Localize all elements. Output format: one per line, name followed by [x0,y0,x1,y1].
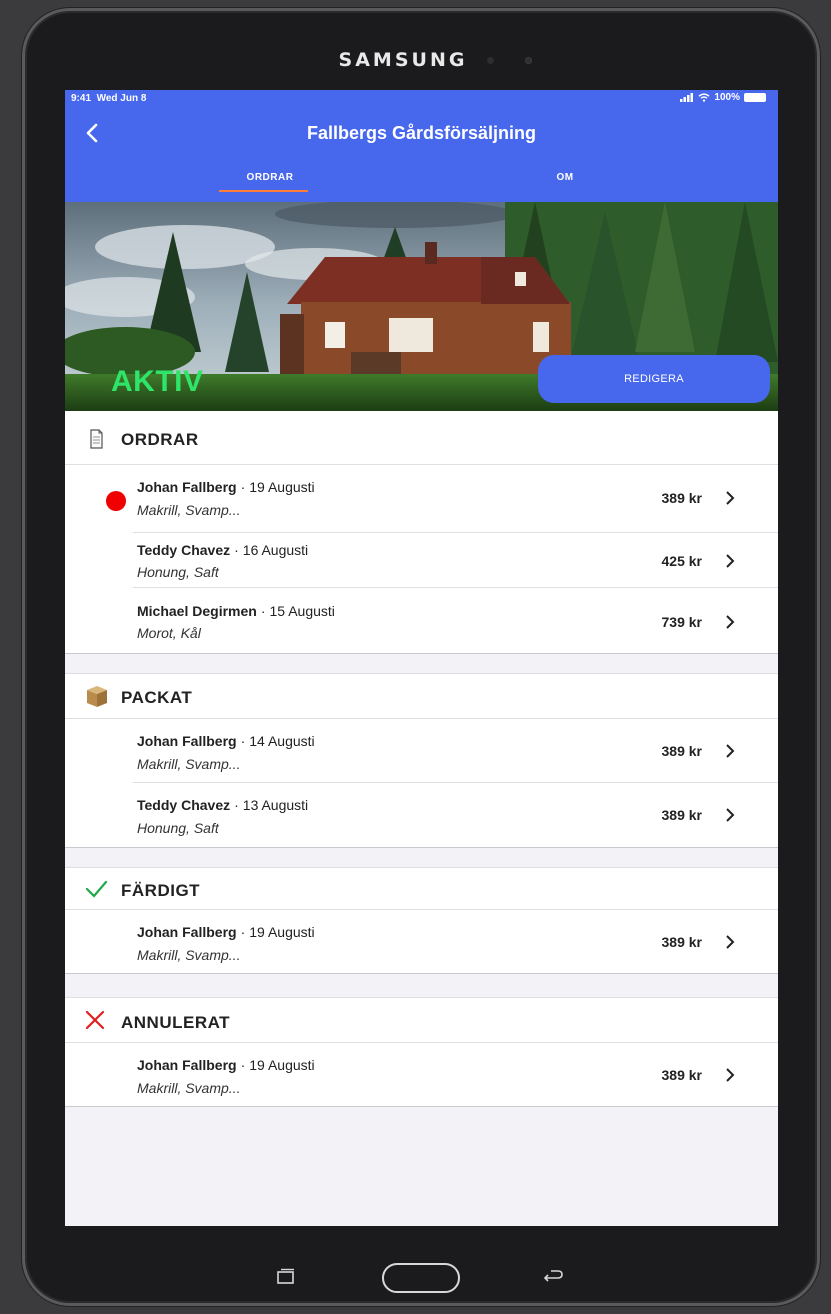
farm-hero-image: AKTIV REDIGERA [65,202,778,411]
order-items: Honung, Saft [137,820,219,836]
battery-percent: 100% [714,92,740,103]
status-date: Wed Jun 8 [96,93,147,104]
order-items: Makrill, Svamp... [137,502,241,518]
shop-status-label: AKTIV [111,365,204,398]
wifi-icon [698,93,710,102]
chevron-right-icon [726,615,735,629]
back-nav-icon[interactable] [541,1268,565,1284]
status-bar-left: 9:41 Wed Jun 8 [71,93,146,104]
order-row[interactable]: Johan Fallberg · 19 Augusti Makrill, Svamp… [65,1043,778,1107]
tab-om[interactable]: OM [553,172,577,183]
section-header: PACKAT [65,674,778,719]
customer-name: Johan Fallberg · 14 Augusti [137,733,315,749]
order-row[interactable]: Johan Fallberg · 14 Augusti Makrill, Svamp… [65,719,778,783]
order-row[interactable]: Michael Degirmen · 15 Augusti Morot, Kål 7… [65,588,778,654]
order-date: 19 Augusti [249,479,315,495]
chevron-right-icon [726,554,735,568]
order-row[interactable]: Teddy Chavez · 16 Augusti Honung, Saft 425… [65,533,778,588]
order-items: Honung, Saft [137,564,219,580]
unread-indicator-icon [106,491,126,511]
order-price: 389 kr [661,743,702,759]
front-camera [525,57,532,64]
package-icon [87,686,107,707]
proximity-sensor [487,57,494,64]
order-items: Morot, Kål [137,625,201,641]
section-title: FÄRDIGT [121,881,201,900]
section-header: ORDRAR [65,411,778,465]
order-price: 739 kr [661,614,702,630]
order-row[interactable]: Johan Fallberg · 19 Augusti Makrill, Svamp… [65,465,778,533]
section-title: ORDRAR [121,430,199,449]
row-divider [65,973,778,974]
section-annulerat: ANNULERAT Johan Fallberg · 19 Augusti Makr… [65,997,778,1107]
active-tab-indicator [219,190,308,192]
order-date: 19 Augusti [249,924,315,940]
order-items: Makrill, Svamp... [137,1080,241,1096]
app-screen: 9:41 Wed Jun 8 100% Fallbergs Gårdsförsä… [65,90,778,1226]
order-price: 389 kr [661,807,702,823]
status-time: 9:41 [71,93,92,104]
recent-apps-icon[interactable] [275,1268,297,1284]
chevron-right-icon [726,808,735,822]
customer-name: Teddy Chavez · 16 Augusti [137,542,309,558]
home-button[interactable] [382,1263,460,1293]
order-items: Makrill, Svamp... [137,947,241,963]
tab-ordrar[interactable]: ORDRAR [235,172,305,183]
status-bar-right: 100% [680,92,766,103]
chevron-right-icon [726,744,735,758]
battery-icon [744,93,766,102]
order-date: 14 Augusti [249,733,315,749]
section-title: PACKAT [121,688,193,707]
row-divider [65,653,778,654]
edit-button[interactable]: REDIGERA [538,355,770,403]
section-ordrar: ORDRAR Johan Fallberg · 19 Augusti Makrill… [65,411,778,654]
customer-name: Michael Degirmen · 15 Augusti [137,603,335,619]
customer-name: Johan Fallberg · 19 Augusti [137,924,315,940]
section-title: ANNULERAT [121,1013,231,1032]
order-date: 15 Augusti [269,603,335,619]
brand-logo: SAMSUNG [338,49,468,71]
section-fardigt: FÄRDIGT Johan Fallberg · 19 Augusti Makril… [65,867,778,974]
order-price: 425 kr [661,553,702,569]
chevron-right-icon [726,491,735,505]
checkmark-icon [85,880,108,898]
order-row[interactable]: Teddy Chavez · 13 Augusti Honung, Saft 389… [65,783,778,848]
row-divider [65,1106,778,1107]
document-icon [90,429,103,449]
customer-name: Teddy Chavez · 13 Augusti [137,797,309,813]
app-header: 9:41 Wed Jun 8 100% Fallbergs Gårdsförsä… [65,90,778,202]
order-price: 389 kr [661,490,702,506]
chevron-right-icon [726,935,735,949]
order-date: 13 Augusti [242,797,309,813]
cross-icon [85,1010,105,1030]
order-date: 19 Augusti [249,1057,315,1073]
order-price: 389 kr [661,934,702,950]
section-header: ANNULERAT [65,998,778,1043]
section-packat: PACKAT Johan Fallberg · 14 Augusti Makrill… [65,673,778,848]
order-date: 16 Augusti [242,542,309,558]
customer-name: Johan Fallberg · 19 Augusti [137,479,315,495]
order-items: Makrill, Svamp... [137,756,241,772]
order-row[interactable]: Johan Fallberg · 19 Augusti Makrill, Svamp… [65,910,778,974]
section-header: FÄRDIGT [65,868,778,910]
chevron-right-icon [726,1068,735,1082]
order-price: 389 kr [661,1067,702,1083]
customer-name: Johan Fallberg · 19 Augusti [137,1057,315,1073]
page-title: Fallbergs Gårdsförsäljning [306,123,537,143]
row-divider [65,847,778,848]
signal-icon [680,93,694,102]
